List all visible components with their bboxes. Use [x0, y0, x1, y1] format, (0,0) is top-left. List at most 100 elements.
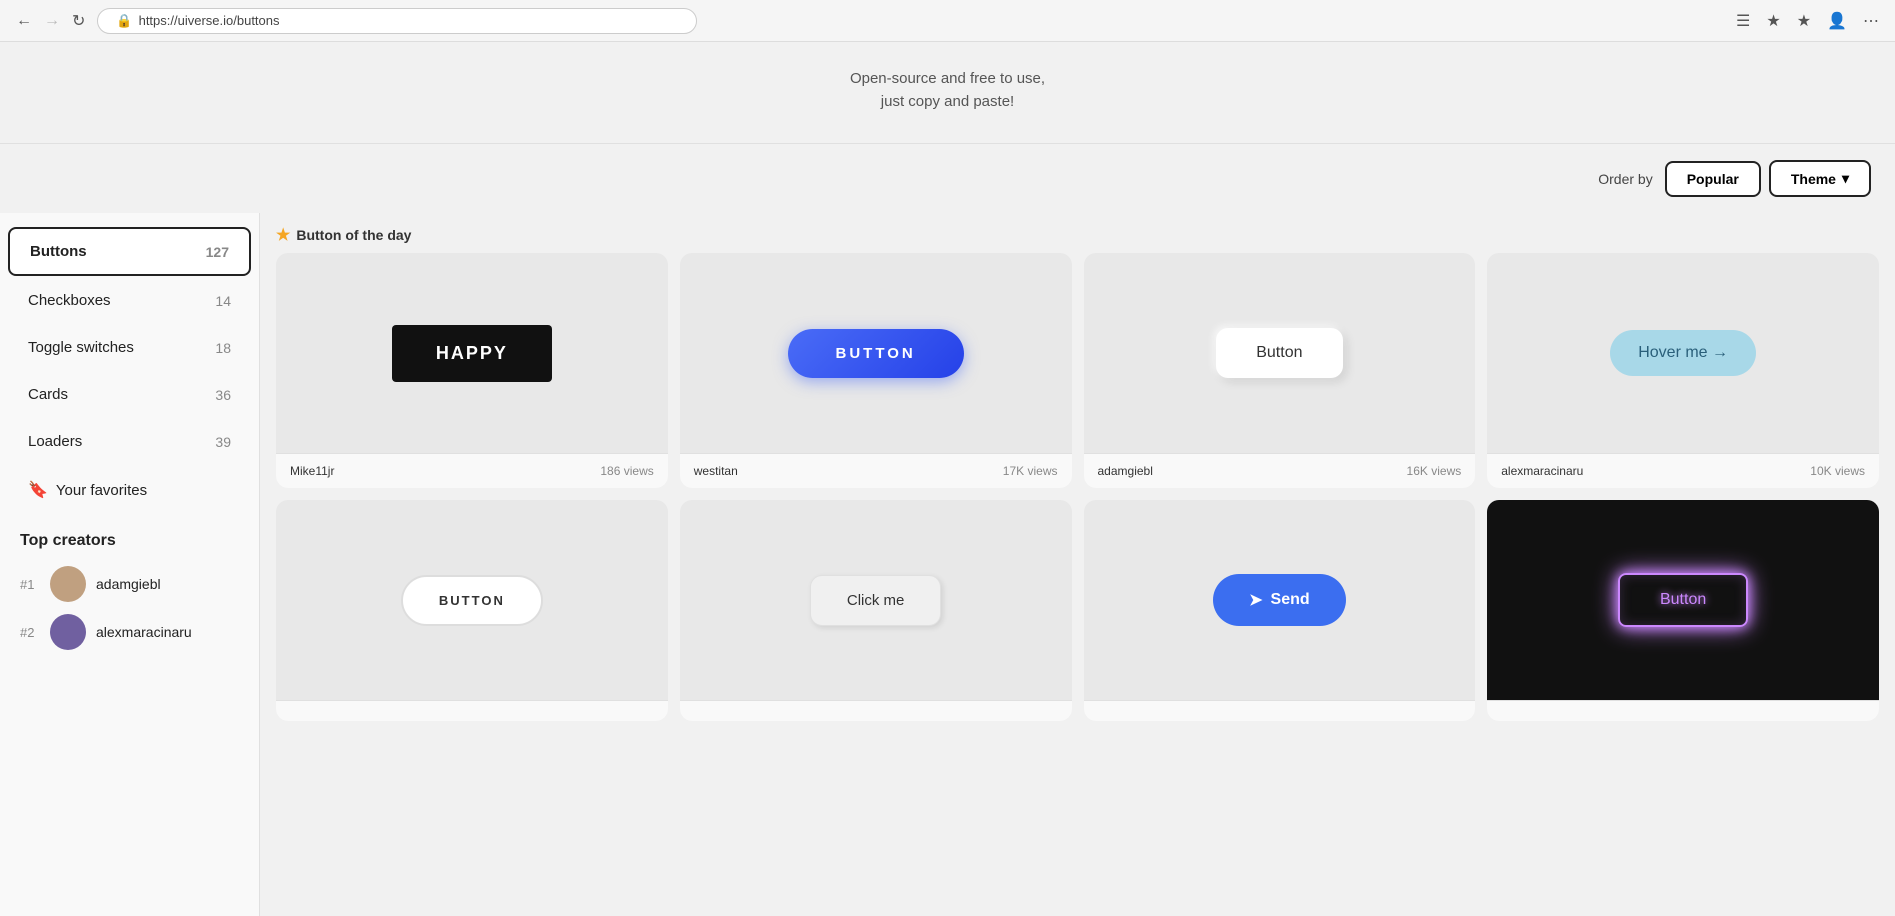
reload-button[interactable]: ↻ — [68, 9, 89, 33]
card-author-button-soft: adamgiebl — [1098, 464, 1153, 478]
card-footer-send — [1084, 700, 1476, 721]
grid-header: ★ Button of the day — [276, 213, 1879, 253]
card-footer-happy: Mike11jr 186 views — [276, 453, 668, 488]
card-footer-button-outline — [276, 700, 668, 721]
button-blue[interactable]: BUTTON — [788, 329, 964, 378]
creator-rank-1: #1 — [20, 577, 40, 592]
reader-mode-button[interactable]: ☰ — [1732, 9, 1754, 33]
favorites-label: Your favorites — [56, 482, 147, 499]
more-button[interactable]: ⋯ — [1859, 9, 1883, 33]
main-layout: Buttons 127 Checkboxes 14 Toggle switche… — [0, 213, 1895, 916]
card-preview-button-outline: BUTTON — [276, 500, 668, 700]
hero-subtitle: Open-source and free to use, just copy a… — [0, 68, 1895, 113]
card-views-button-soft: 16K views — [1407, 464, 1462, 478]
chevron-down-icon: ▾ — [1842, 170, 1849, 187]
send-icon: ➤ — [1249, 590, 1262, 610]
card-views-hover-me: 10K views — [1810, 464, 1865, 478]
creator-avatar-1 — [50, 566, 86, 602]
theme-button[interactable]: Theme ▾ — [1769, 160, 1871, 197]
card-footer-neon — [1487, 700, 1879, 721]
address-bar[interactable]: 🔒 https://uiverse.io/buttons — [97, 8, 697, 34]
card-hover-me: Hover me → alexmaracinaru 10K views — [1487, 253, 1879, 488]
star-icon: ★ — [276, 225, 290, 245]
botd-text: Button of the day — [296, 227, 411, 243]
url-text: https://uiverse.io/buttons — [139, 13, 280, 28]
popular-button[interactable]: Popular — [1665, 161, 1761, 197]
card-button-soft: Button adamgiebl 16K views — [1084, 253, 1476, 488]
favorites-item[interactable]: 🔖 Your favorites — [8, 466, 251, 514]
sidebar-item-buttons-count: 127 — [206, 244, 229, 260]
extensions-button[interactable]: ★ — [1762, 9, 1784, 33]
card-footer-button-blue: westitan 17K views — [680, 453, 1072, 488]
sidebar-item-cards[interactable]: Cards 36 — [8, 372, 251, 417]
send-button[interactable]: ➤ Send — [1213, 574, 1346, 626]
card-button-outline: BUTTON — [276, 500, 668, 721]
creator-item-2[interactable]: #2 alexmaracinaru — [20, 608, 239, 656]
sidebar-item-checkboxes-label: Checkboxes — [28, 292, 111, 309]
card-click-me: Click me — [680, 500, 1072, 721]
hover-me-button[interactable]: Hover me → — [1610, 330, 1756, 376]
card-preview-button-blue: BUTTON — [680, 253, 1072, 453]
card-footer-button-soft: adamgiebl 16K views — [1084, 453, 1476, 488]
sidebar-item-cards-label: Cards — [28, 386, 68, 403]
send-label: Send — [1271, 591, 1310, 609]
theme-label: Theme — [1791, 171, 1836, 187]
card-preview-neon: Button — [1487, 500, 1879, 700]
botd-label: ★ Button of the day — [276, 225, 1879, 245]
creator-item-1[interactable]: #1 adamgiebl — [20, 560, 239, 608]
top-creators-section: Top creators #1 adamgiebl #2 alexmaracin… — [0, 516, 259, 656]
card-preview-happy: HAPPY — [276, 253, 668, 453]
hero-section: Open-source and free to use, just copy a… — [0, 42, 1895, 144]
happy-button[interactable]: HAPPY — [392, 325, 552, 382]
card-author-happy: Mike11jr — [290, 464, 334, 478]
card-footer-click-me — [680, 700, 1072, 721]
card-send: ➤ Send — [1084, 500, 1476, 721]
grid-area: ★ Button of the day HAPPY Mike11jr 186 v… — [260, 213, 1895, 916]
card-preview-click-me: Click me — [680, 500, 1072, 700]
click-me-button[interactable]: Click me — [810, 575, 942, 626]
profile-button[interactable]: 👤 — [1823, 9, 1851, 33]
cards-grid: HAPPY Mike11jr 186 views BUTTON westitan… — [276, 253, 1879, 721]
creator-name-2: alexmaracinaru — [96, 624, 192, 640]
card-views-happy: 186 views — [600, 464, 653, 478]
top-creators-title: Top creators — [20, 532, 239, 550]
forward-button[interactable]: → — [40, 9, 64, 33]
back-button[interactable]: ← — [12, 9, 36, 33]
order-bar: Order by Popular Theme ▾ — [0, 144, 1895, 213]
sidebar-item-checkboxes-count: 14 — [215, 293, 231, 309]
card-views-button-blue: 17K views — [1003, 464, 1058, 478]
sidebar-item-toggles[interactable]: Toggle switches 18 — [8, 325, 251, 370]
creator-rank-2: #2 — [20, 625, 40, 640]
card-author-hover-me: alexmaracinaru — [1501, 464, 1583, 478]
card-preview-button-soft: Button — [1084, 253, 1476, 453]
card-button-blue: BUTTON westitan 17K views — [680, 253, 1072, 488]
sidebar-item-loaders-label: Loaders — [28, 433, 82, 450]
browser-chrome: ← → ↻ 🔒 https://uiverse.io/buttons ☰ ★ ★… — [0, 0, 1895, 42]
card-preview-hover-me: Hover me → — [1487, 253, 1879, 453]
bookmark-icon: 🔖 — [28, 480, 48, 500]
card-author-button-blue: westitan — [694, 464, 738, 478]
creator-avatar-2 — [50, 614, 86, 650]
sidebar-item-cards-count: 36 — [215, 387, 231, 403]
card-happy: HAPPY Mike11jr 186 views — [276, 253, 668, 488]
card-footer-hover-me: alexmaracinaru 10K views — [1487, 453, 1879, 488]
neon-button[interactable]: Button — [1618, 573, 1748, 627]
sidebar: Buttons 127 Checkboxes 14 Toggle switche… — [0, 213, 260, 916]
button-soft[interactable]: Button — [1216, 328, 1342, 378]
card-neon: Button — [1487, 500, 1879, 721]
order-by-label: Order by — [1598, 171, 1652, 187]
browser-nav[interactable]: ← → ↻ — [12, 9, 89, 33]
sidebar-item-loaders-count: 39 — [215, 434, 231, 450]
sidebar-item-buttons-label: Buttons — [30, 243, 87, 260]
button-outline[interactable]: BUTTON — [401, 575, 543, 626]
sidebar-item-buttons[interactable]: Buttons 127 — [8, 227, 251, 276]
sidebar-item-loaders[interactable]: Loaders 39 — [8, 419, 251, 464]
favorites-button[interactable]: ★ — [1793, 9, 1815, 33]
lock-icon: 🔒 — [116, 13, 132, 29]
card-preview-send: ➤ Send — [1084, 500, 1476, 700]
sidebar-item-toggles-label: Toggle switches — [28, 339, 134, 356]
sidebar-item-checkboxes[interactable]: Checkboxes 14 — [8, 278, 251, 323]
sidebar-item-toggles-count: 18 — [215, 340, 231, 356]
browser-actions: ☰ ★ ★ 👤 ⋯ — [1732, 9, 1883, 33]
creator-name-1: adamgiebl — [96, 576, 161, 592]
